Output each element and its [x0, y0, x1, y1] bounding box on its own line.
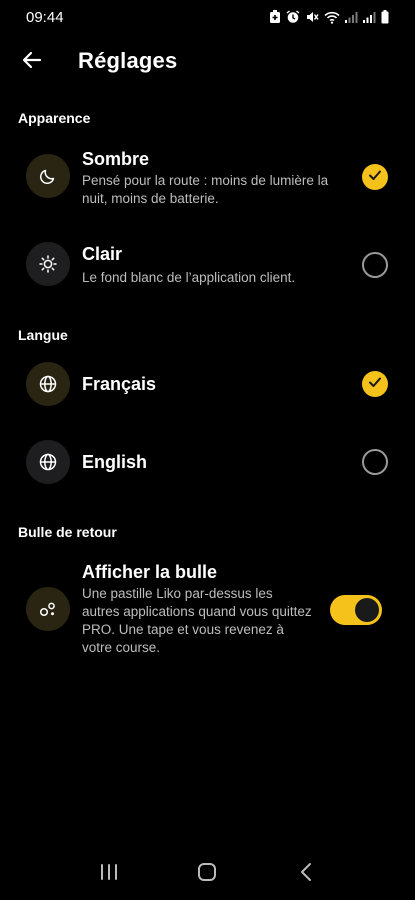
bubble-option-description: Une pastille Liko par-dessus les autres …	[82, 586, 312, 655]
recent-apps-button[interactable]	[89, 854, 129, 894]
sun-icon	[26, 242, 70, 286]
check-icon	[368, 168, 382, 186]
theme-option-dark[interactable]: Sombre Pensé pour la route : moins de lu…	[0, 140, 415, 224]
arrow-left-icon	[22, 51, 42, 74]
language-english-radio[interactable]	[362, 449, 388, 475]
back-button[interactable]	[16, 46, 48, 78]
signal-icon	[363, 11, 376, 23]
battery-saver-icon	[269, 10, 281, 24]
globe-icon	[26, 362, 70, 406]
section-title-language: Langue	[18, 327, 68, 343]
theme-dark-radio[interactable]	[362, 164, 388, 190]
alarm-icon	[286, 10, 300, 24]
system-nav-bar	[0, 848, 415, 900]
page-title: Réglages	[78, 48, 178, 73]
language-option-label: English	[82, 452, 148, 472]
language-option-label: Français	[82, 374, 157, 394]
globe-icon	[26, 440, 70, 484]
theme-option-light[interactable]: Clair Le fond blanc de l’application cli…	[0, 240, 415, 292]
bubble-option[interactable]: Afficher la bulle Une pastille Liko par-…	[0, 560, 415, 664]
check-icon	[368, 375, 382, 393]
mute-icon	[305, 10, 319, 24]
theme-light-radio[interactable]	[362, 252, 388, 278]
language-option-french[interactable]: Français	[0, 360, 415, 408]
status-time: 09:44	[26, 8, 64, 26]
theme-option-label: Clair	[82, 244, 123, 264]
language-french-radio[interactable]	[362, 371, 388, 397]
language-option-english[interactable]: English	[0, 438, 415, 486]
section-title-bubble: Bulle de retour	[18, 524, 117, 540]
theme-option-description: Pensé pour la route : moins de lumière l…	[82, 173, 329, 206]
bubble-option-label: Afficher la bulle	[82, 562, 218, 582]
home-icon	[197, 862, 217, 887]
battery-icon	[381, 10, 389, 24]
moon-icon	[26, 154, 70, 198]
app-header: Réglages	[0, 38, 415, 86]
bubble-icon	[26, 587, 70, 631]
toggle-knob	[355, 598, 379, 622]
wifi-icon	[324, 11, 340, 24]
system-back-button[interactable]	[286, 854, 326, 894]
theme-option-description: Le fond blanc de l’application client.	[82, 270, 296, 285]
section-title-appearance: Apparence	[18, 110, 91, 126]
status-bar: 09:44	[0, 0, 415, 34]
home-button[interactable]	[187, 854, 227, 894]
bubble-toggle[interactable]	[330, 595, 382, 625]
back-icon	[299, 862, 313, 887]
signal-icon	[345, 11, 358, 23]
recent-apps-icon	[99, 863, 119, 886]
theme-option-label: Sombre	[82, 149, 150, 169]
status-icons	[269, 10, 389, 24]
